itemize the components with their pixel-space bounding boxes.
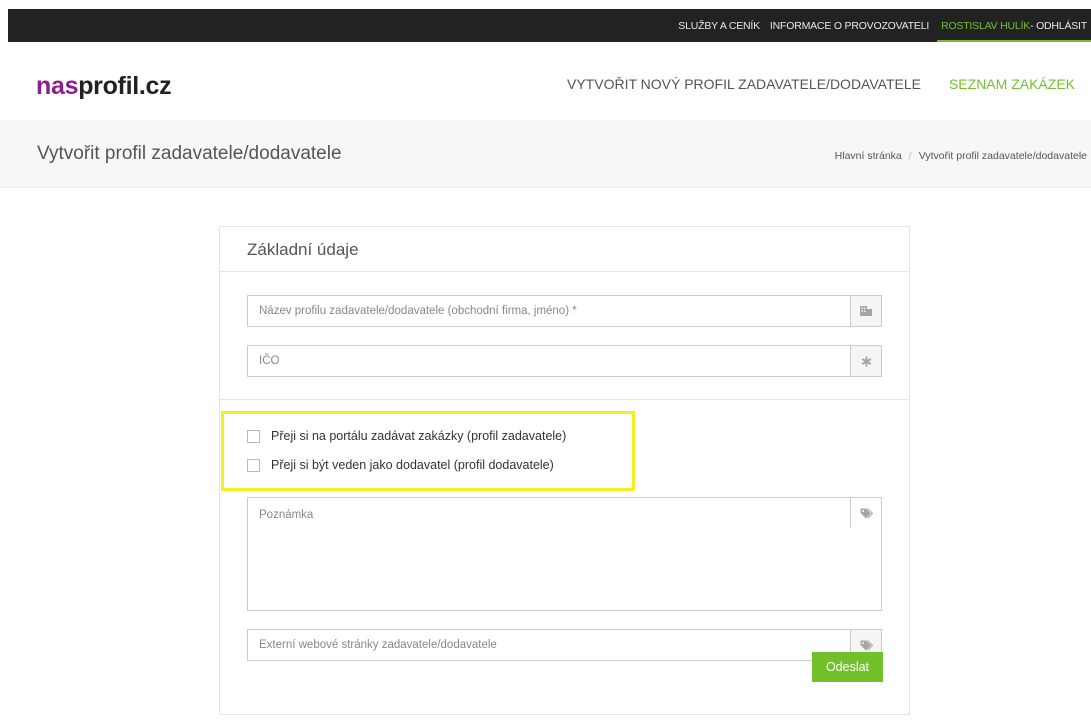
breadcrumb-separator: / [908, 150, 912, 162]
topbar-link-services[interactable]: SLUŽBY A CENÍK [678, 20, 760, 32]
note-textarea[interactable]: Poznámka [247, 497, 882, 611]
top-bar-links: SLUŽBY A CENÍK INFORMACE O PROVOZOVATELI… [668, 9, 1091, 42]
nav-create-profile[interactable]: VYTVOŘIT NOVÝ PROFIL ZADAVATELE/DODAVATE… [567, 76, 921, 92]
title-band: Vytvořit profil zadavatele/dodavatele Hl… [0, 120, 1091, 188]
logout-link[interactable]: - ODHLÁSIT [1030, 20, 1087, 32]
topbar-user: ROSTISLAV HULÍK - ODHLÁSIT [937, 9, 1091, 42]
user-name-link[interactable]: ROSTISLAV HULÍK [941, 20, 1030, 32]
ico-input[interactable]: IČO [247, 345, 882, 377]
building-icon-svg [860, 306, 872, 316]
tag-icon-svg [860, 639, 873, 650]
site-logo[interactable]: nasprofil.cz [36, 72, 172, 101]
top-bar: SLUŽBY A CENÍK INFORMACE O PROVOZOVATELI… [8, 9, 1091, 42]
submit-button[interactable]: Odeslat [812, 652, 883, 682]
page: SLUŽBY A CENÍK INFORMACE O PROVOZOVATELI… [0, 0, 1091, 727]
asterisk-icon [850, 346, 881, 376]
page-title: Vytvořit profil zadavatele/dodavatele [37, 143, 342, 164]
ico-placeholder: IČO [259, 355, 280, 367]
top-strip [0, 0, 1091, 9]
building-icon [850, 296, 881, 326]
tag-icon-svg [860, 507, 873, 518]
main-nav: VYTVOŘIT NOVÝ PROFIL ZADAVATELE/DODAVATE… [539, 76, 1075, 92]
tag-icon [850, 498, 881, 528]
logo-part-nas: nas [36, 72, 79, 100]
header: nasprofil.cz VYTVOŘIT NOVÝ PROFIL ZADAVA… [0, 42, 1091, 120]
note-placeholder: Poznámka [259, 509, 314, 521]
nav-contract-list[interactable]: SEZNAM ZAKÁZEK [949, 76, 1075, 92]
logo-part-profil: profil.cz [78, 72, 172, 100]
breadcrumb-home[interactable]: Hlavní stránka [835, 150, 902, 162]
highlight-box [221, 411, 635, 491]
asterisk-icon-svg [861, 356, 871, 366]
breadcrumb-current: Vytvořit profil zadavatele/dodavatele [918, 150, 1087, 162]
website-placeholder: Externí webové stránky zadavatele/dodava… [259, 639, 497, 651]
profile-name-placeholder: Název profilu zadavatele/dodavatele (obc… [259, 305, 577, 317]
profile-name-input[interactable]: Název profilu zadavatele/dodavatele (obc… [247, 295, 882, 327]
topbar-link-operator-info[interactable]: INFORMACE O PROVOZOVATELI [770, 20, 929, 32]
panel-title: Základní údaje [247, 240, 359, 259]
breadcrumb: Hlavní stránka / Vytvořit profil zadavat… [835, 150, 1087, 162]
section-divider [220, 399, 909, 400]
website-input[interactable]: Externí webové stránky zadavatele/dodava… [247, 629, 882, 661]
panel-heading: Základní údaje [220, 227, 909, 272]
